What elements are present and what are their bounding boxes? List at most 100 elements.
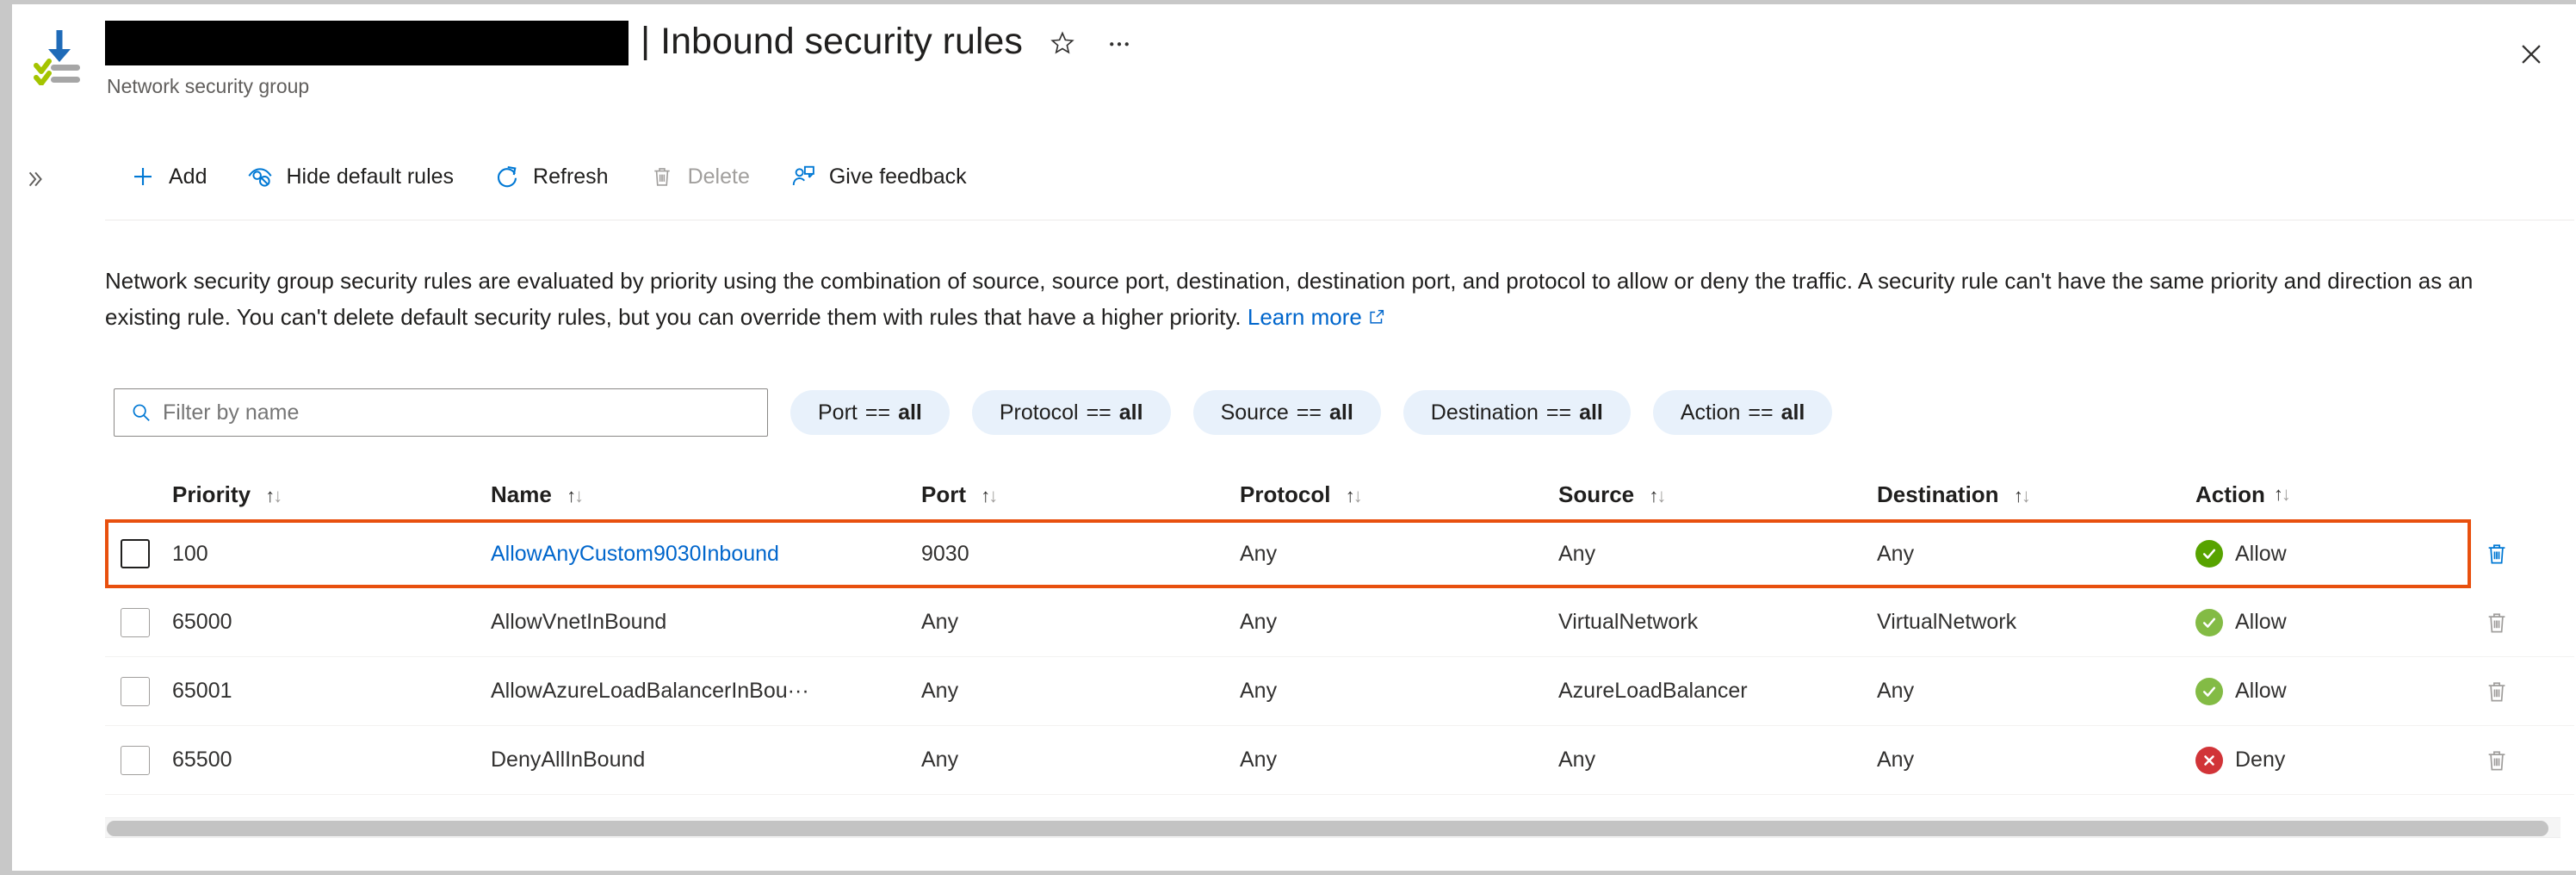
row-checkbox[interactable] xyxy=(121,607,150,637)
chip-source-value: all xyxy=(1329,400,1353,425)
sort-arrows-icon[interactable]: ↑↓ xyxy=(2274,483,2291,506)
page-title: Inbound security rules xyxy=(660,20,1023,62)
cell-destination: Any xyxy=(1877,748,1915,772)
filter-chip-protocol[interactable]: Protocol == all xyxy=(971,390,1171,435)
column-header-destination[interactable]: Destination ↑↓ xyxy=(1877,481,2195,508)
column-header-name[interactable]: Name ↑↓ xyxy=(491,481,921,508)
give-feedback-label: Give feedback xyxy=(828,164,967,189)
search-icon xyxy=(130,401,152,424)
cell-name[interactable]: AllowAnyCustom9030Inbound xyxy=(491,542,921,567)
row-checkbox[interactable] xyxy=(121,676,150,706)
column-header-action-label: Action xyxy=(2195,481,2265,507)
delete-row-icon xyxy=(2484,610,2510,636)
description-text: Network security group security rules ar… xyxy=(105,263,2507,337)
sort-arrows-icon[interactable]: ↑↓ xyxy=(1649,485,1666,507)
column-header-source-label: Source xyxy=(1558,481,1635,507)
sort-arrows-icon[interactable]: ↑↓ xyxy=(981,485,998,507)
delete-row-icon[interactable] xyxy=(2484,541,2510,567)
column-header-priority-label: Priority xyxy=(172,481,251,507)
allow-check-icon xyxy=(2195,540,2223,568)
column-header-source[interactable]: Source ↑↓ xyxy=(1558,481,1877,508)
external-link-icon xyxy=(1367,301,1386,337)
search-box[interactable] xyxy=(114,388,768,437)
table-row[interactable]: 65001 AllowAzureLoadBalancerInBou··· Any… xyxy=(105,657,2574,726)
resource-name-redacted xyxy=(105,21,629,65)
chip-port-value: all xyxy=(898,400,922,425)
filter-row: Port == all Protocol == all Source == al… xyxy=(114,388,1833,437)
learn-more-link[interactable]: Learn more xyxy=(1248,304,1386,330)
resource-type-subtitle: Network security group xyxy=(107,75,310,97)
chip-action-value: all xyxy=(1780,400,1805,425)
search-input[interactable] xyxy=(163,390,767,435)
column-header-port-label: Port xyxy=(921,481,966,507)
chip-action-key: Action xyxy=(1680,400,1741,425)
feedback-person-icon xyxy=(788,161,819,192)
learn-more-label: Learn more xyxy=(1247,304,1362,330)
column-header-priority[interactable]: Priority ↑↓ xyxy=(172,481,491,508)
rule-name-link[interactable]: AllowAnyCustom9030Inbound xyxy=(491,542,779,566)
cell-protocol: Any xyxy=(1240,679,1278,703)
delete-button-label: Delete xyxy=(687,164,750,189)
refresh-button-label: Refresh xyxy=(533,164,609,189)
cell-priority: 65001 xyxy=(172,679,232,703)
cell-port: Any xyxy=(921,748,959,772)
chip-port-op: == xyxy=(864,400,891,425)
cell-action: Deny xyxy=(2195,746,2445,774)
filter-chip-source[interactable]: Source == all xyxy=(1192,390,1381,435)
cell-source: VirtualNetwork xyxy=(1558,610,1699,634)
close-icon[interactable] xyxy=(2512,35,2550,73)
table-row[interactable]: 100 AllowAnyCustom9030Inbound 9030 Any A… xyxy=(105,519,2574,588)
chip-source-op: == xyxy=(1296,400,1322,425)
filter-chip-action[interactable]: Action == all xyxy=(1652,390,1833,435)
cell-action: Allow xyxy=(2195,540,2445,568)
ellipsis-icon[interactable] xyxy=(1102,26,1136,60)
column-header-port[interactable]: Port ↑↓ xyxy=(921,481,1240,508)
cell-name: AllowVnetInBound xyxy=(491,610,667,634)
cell-port: 9030 xyxy=(921,541,969,566)
horizontal-scrollbar-track[interactable] xyxy=(105,817,2561,838)
chip-source-key: Source xyxy=(1220,400,1289,425)
trash-icon xyxy=(647,161,678,192)
column-header-protocol[interactable]: Protocol ↑↓ xyxy=(1240,481,1558,508)
delete-row-icon xyxy=(2484,679,2510,704)
sort-arrows-icon[interactable]: ↑↓ xyxy=(2014,485,2031,507)
deny-cross-icon xyxy=(2195,746,2223,774)
delete-button: Delete xyxy=(633,152,764,202)
sort-arrows-icon[interactable]: ↑↓ xyxy=(567,485,584,507)
row-checkbox-cell[interactable] xyxy=(105,607,172,637)
double-chevron-right-icon[interactable] xyxy=(19,164,50,195)
filter-chip-destination[interactable]: Destination == all xyxy=(1403,390,1631,435)
table-row[interactable]: 65000 AllowVnetInBound Any Any VirtualNe… xyxy=(105,588,2574,657)
chip-destination-value: all xyxy=(1579,400,1603,425)
column-header-action[interactable]: Action ↑↓ xyxy=(2195,481,2445,508)
give-feedback-button[interactable]: Give feedback xyxy=(774,152,981,202)
cell-priority: 100 xyxy=(172,541,208,566)
row-checkbox-cell[interactable] xyxy=(105,539,172,568)
action-label: Allow xyxy=(2235,679,2287,703)
cell-action: Allow xyxy=(2195,608,2445,636)
row-checkbox[interactable] xyxy=(121,539,150,568)
cell-destination: Any xyxy=(1877,541,1915,566)
plus-icon xyxy=(127,161,158,192)
sort-arrows-icon[interactable]: ↑↓ xyxy=(265,485,282,507)
sort-arrows-icon[interactable]: ↑↓ xyxy=(1346,485,1363,507)
blade-container: | Inbound security rules Network securit… xyxy=(0,0,2576,875)
star-icon[interactable] xyxy=(1045,26,1080,60)
add-button[interactable]: Add xyxy=(114,152,220,202)
command-toolbar: Add Hide default rules Refresh Delete Gi… xyxy=(12,138,2576,220)
table-row[interactable]: 65500 DenyAllInBound Any Any Any Any Den… xyxy=(105,726,2574,795)
cell-destination: Any xyxy=(1877,679,1915,703)
row-checkbox-cell[interactable] xyxy=(105,745,172,775)
row-checkbox-cell[interactable] xyxy=(105,676,172,706)
row-checkbox[interactable] xyxy=(121,745,150,775)
row-delete-cell[interactable] xyxy=(2445,541,2548,567)
horizontal-scrollbar-thumb[interactable] xyxy=(107,821,2548,836)
hide-default-rules-button[interactable]: Hide default rules xyxy=(231,152,468,202)
filter-chip-port[interactable]: Port == all xyxy=(790,390,950,435)
action-label: Deny xyxy=(2235,748,2286,772)
chip-protocol-key: Protocol xyxy=(999,400,1079,425)
add-button-label: Add xyxy=(169,164,207,189)
refresh-button[interactable]: Refresh xyxy=(478,152,622,202)
chip-destination-key: Destination xyxy=(1430,400,1539,425)
allow-check-icon xyxy=(2195,677,2223,705)
